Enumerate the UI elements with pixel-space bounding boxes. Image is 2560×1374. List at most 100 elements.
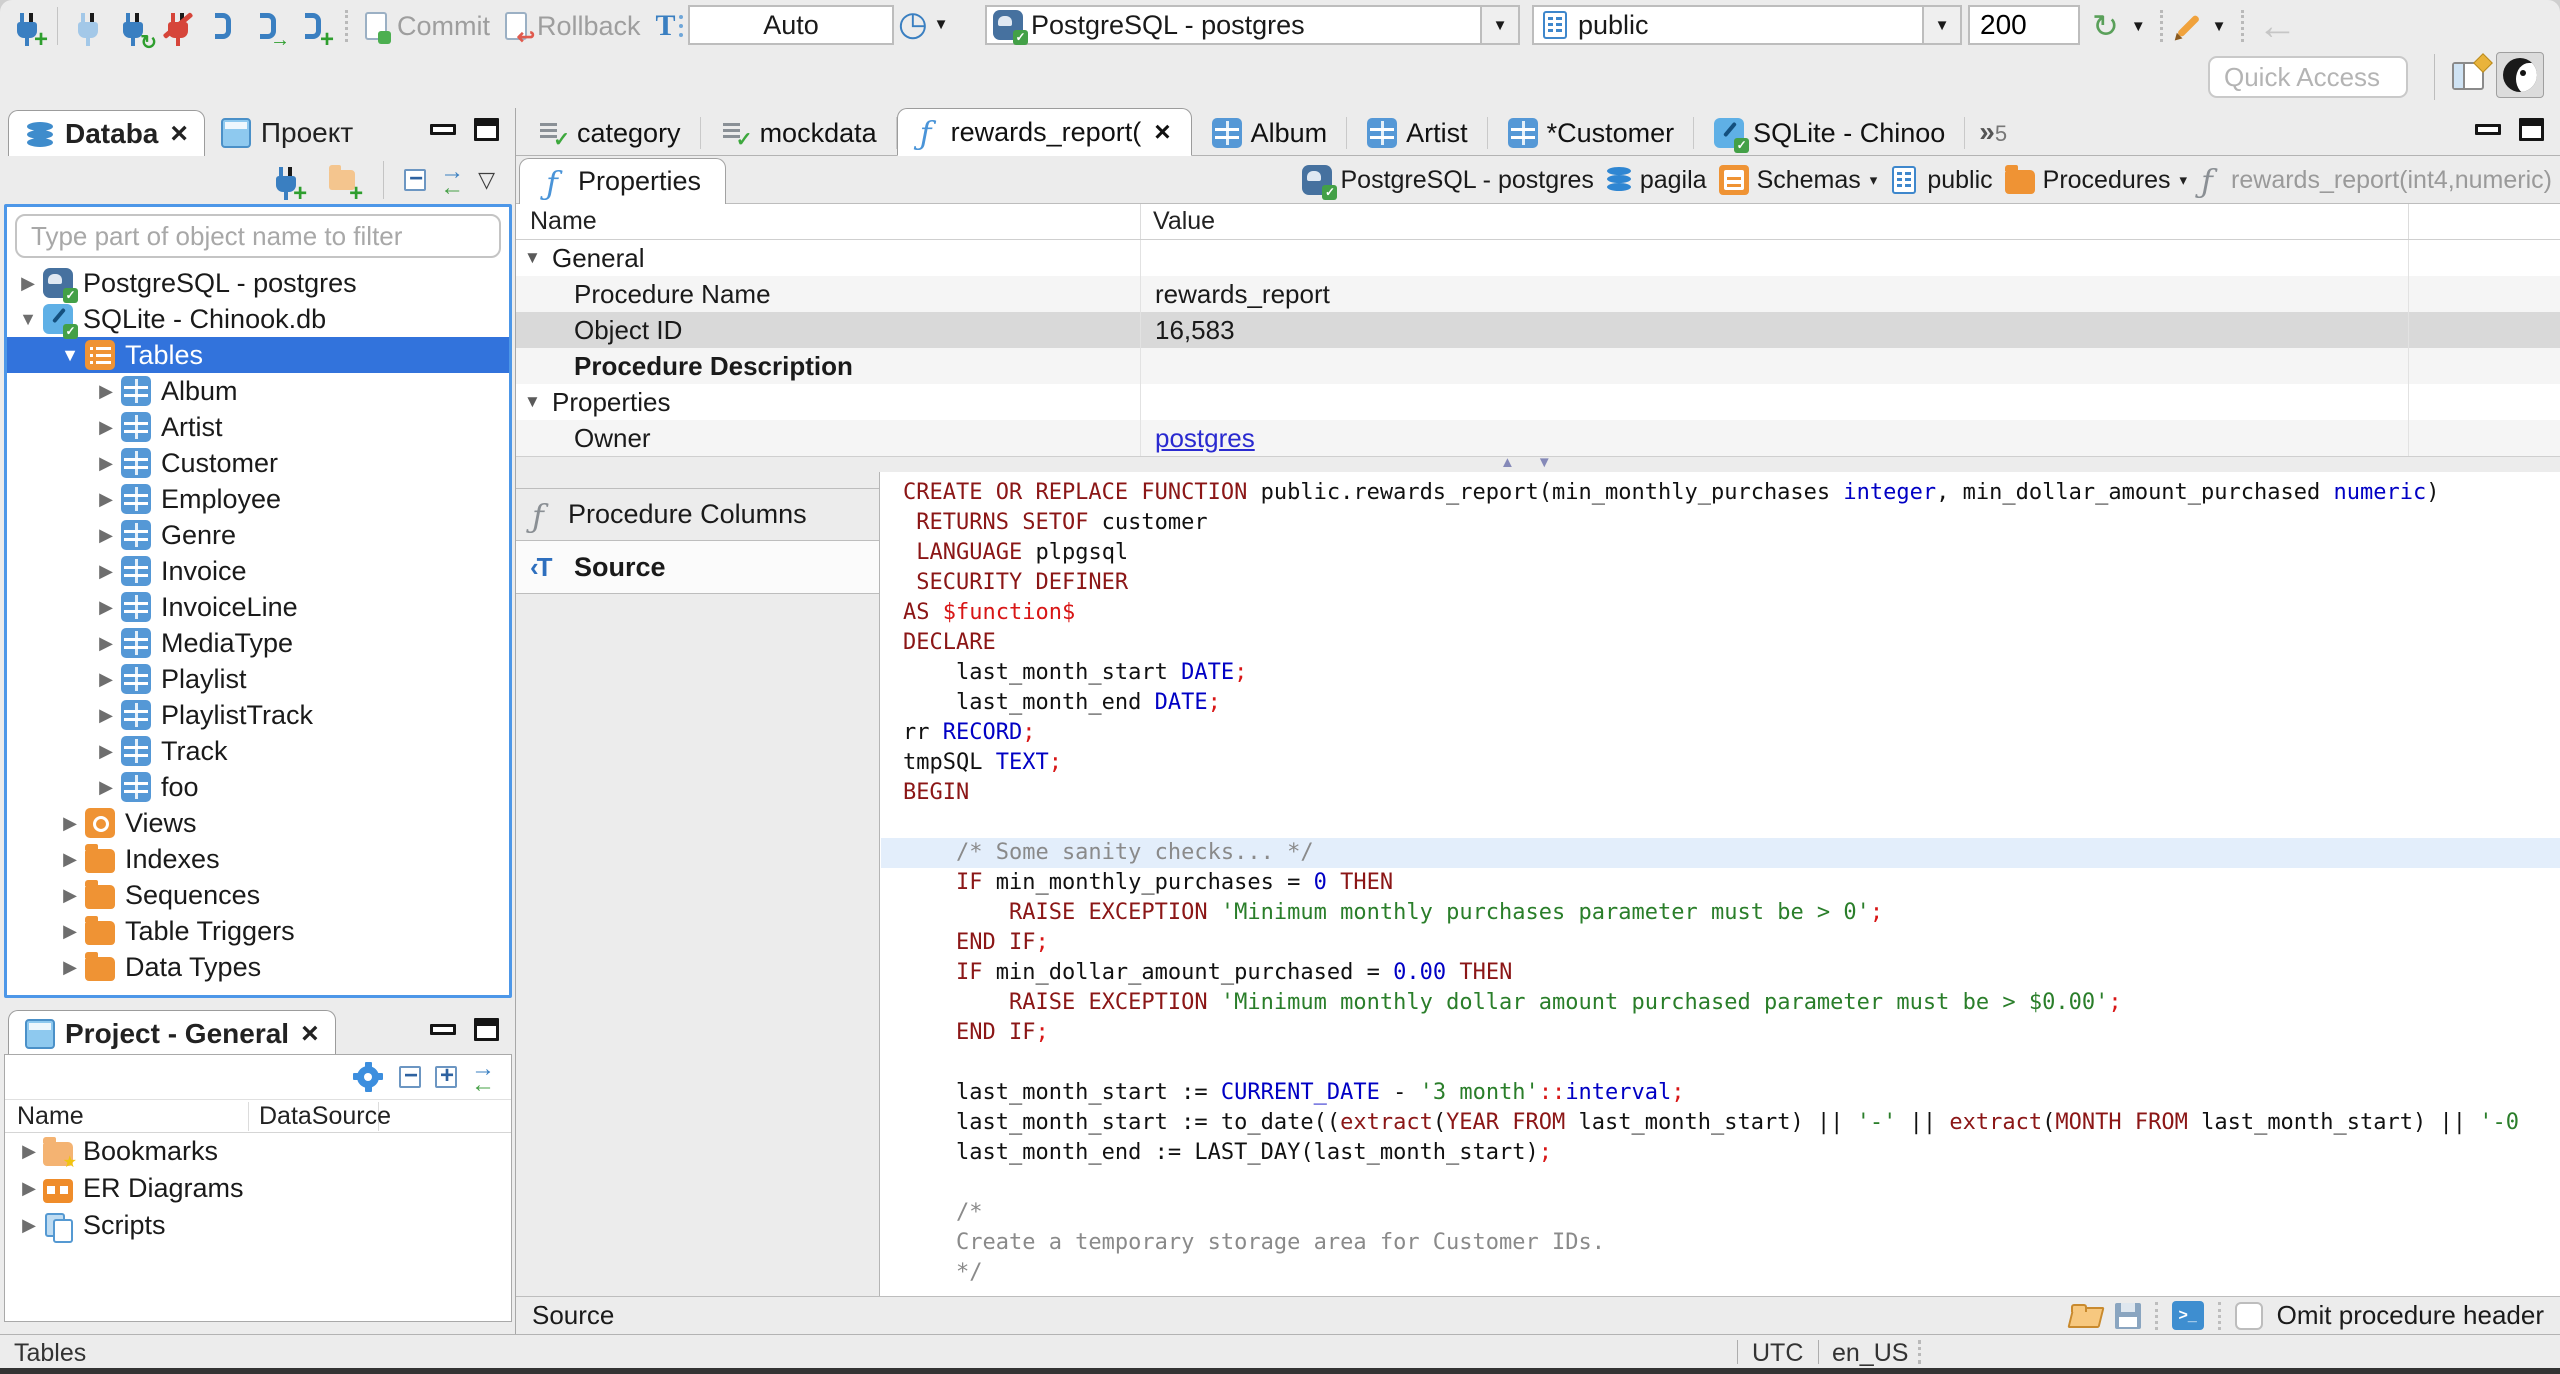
twisty-icon[interactable]: ▶ [91, 489, 121, 510]
editor-tab-album[interactable]: Album [1192, 111, 1348, 155]
editor-tab-category[interactable]: category [518, 111, 701, 155]
omit-procedure-header-checkbox[interactable] [2234, 1301, 2263, 1330]
open-perspective-button[interactable] [2452, 62, 2484, 90]
twisty-icon[interactable]: ▶ [15, 1141, 43, 1162]
twisty-icon[interactable]: ▶ [91, 669, 121, 690]
tree-item-invoice[interactable]: ▶ Invoice [7, 553, 509, 589]
view-menu-button[interactable]: ▽ [478, 167, 495, 193]
collapse-up-icon[interactable]: ▲ [1500, 454, 1515, 471]
twisty-icon[interactable]: ▼ [524, 248, 552, 268]
object-filter-input[interactable] [15, 214, 501, 258]
tree-item-postgresql-postgres[interactable]: ▶ PostgreSQL - postgres [7, 265, 509, 303]
project-item-er-diagrams[interactable]: ▶ ER Diagrams [5, 1170, 511, 1207]
maximize-icon[interactable] [2519, 118, 2544, 141]
schema-selector[interactable]: public ▼ [1532, 5, 1962, 45]
minimize-icon[interactable] [430, 124, 456, 135]
grid-column-value[interactable]: Value [1140, 204, 2408, 239]
property-row-owner[interactable]: Owner postgres [516, 420, 2560, 456]
owner-link[interactable]: postgres [1155, 423, 1255, 454]
twisty-icon[interactable]: ▶ [91, 561, 121, 582]
tree-item-customer[interactable]: ▶ Customer [7, 445, 509, 481]
commit-button[interactable]: Commit [365, 11, 490, 44]
tree-item-employee[interactable]: ▶ Employee [7, 481, 509, 517]
tab-project-explorer[interactable]: Проект [205, 110, 369, 156]
editor-tab-rewards-report[interactable]: rewards_report(× [896, 108, 1192, 156]
sql-editor-button[interactable] [202, 4, 244, 48]
status-locale[interactable]: en_US [1832, 1339, 1908, 1368]
close-icon[interactable]: × [170, 118, 188, 148]
breadcrumb-item-rewards-report-int4-numeric[interactable]: rewards_report(int4,numeric) [2199, 162, 2552, 200]
maximize-icon[interactable] [474, 118, 499, 141]
quick-access-input[interactable] [2208, 56, 2408, 98]
tree-item-invoiceline[interactable]: ▶ InvoiceLine [7, 589, 509, 625]
status-drag-handle[interactable] [1918, 1340, 1921, 1364]
twisty-icon[interactable]: ▶ [91, 525, 121, 546]
tree-item-sequences[interactable]: ▶ Sequences [7, 877, 509, 913]
property-row-properties[interactable]: ▼ Properties [516, 384, 2560, 420]
breadcrumb-item-schemas[interactable]: Schemas ▾ [1718, 165, 1878, 195]
connection-selector[interactable]: PostgreSQL - postgres ▼ [985, 5, 1520, 45]
twisty-icon[interactable]: ▶ [91, 633, 121, 654]
twisty-icon[interactable]: ▼ [524, 392, 552, 412]
chevron-down-icon[interactable]: ▾ [1870, 171, 1878, 189]
close-icon[interactable]: × [1154, 116, 1170, 148]
dbeaver-perspective-button[interactable] [2496, 52, 2544, 98]
tab-project-general[interactable]: Project - General × [8, 1010, 336, 1056]
save-file-icon[interactable] [2114, 1302, 2141, 1329]
twisty-icon[interactable]: ▶ [91, 777, 121, 798]
column-header-datasource[interactable]: DataSource [249, 1101, 391, 1131]
twisty-icon[interactable]: ▶ [91, 417, 121, 438]
new-connection-button[interactable]: + [265, 158, 307, 206]
new-folder-button[interactable]: + [321, 158, 363, 206]
gear-icon[interactable] [357, 1062, 379, 1088]
collapse-down-icon[interactable]: ▼ [1537, 454, 1552, 471]
tree-item-playlisttrack[interactable]: ▶ PlaylistTrack [7, 697, 509, 733]
twisty-icon[interactable]: ▶ [13, 273, 43, 294]
splitter-collapse-buttons[interactable]: ▲ ▼ [1500, 454, 1552, 471]
twisty-icon[interactable]: ▶ [55, 885, 85, 906]
tree-item-playlist[interactable]: ▶ Playlist [7, 661, 509, 697]
property-row-procedure-description[interactable]: Procedure Description [516, 348, 2560, 384]
reconnect-button[interactable]: ↻ [112, 4, 157, 53]
breadcrumb-item-postgresql-postgres[interactable]: PostgreSQL - postgres [1302, 165, 1594, 200]
twisty-icon[interactable]: ▶ [55, 813, 85, 834]
collapse-all-button[interactable] [399, 1062, 421, 1090]
twisty-icon[interactable]: ▶ [15, 1178, 43, 1199]
tab-properties[interactable]: Properties [519, 158, 727, 204]
column-header-name[interactable]: Name [5, 1101, 249, 1131]
rollback-button[interactable]: Rollback [505, 11, 641, 50]
chevron-down-icon[interactable]: ▼ [2212, 18, 2227, 35]
tree-item-album[interactable]: ▶ Album [7, 373, 509, 409]
project-item-scripts[interactable]: ▶ Scripts [5, 1207, 511, 1244]
twisty-icon[interactable]: ▶ [15, 1215, 43, 1236]
editor-tab-sqlite-chinoo[interactable]: SQLite - Chinoo [1694, 111, 1966, 155]
twisty-icon[interactable]: ▶ [91, 705, 121, 726]
tree-item-genre[interactable]: ▶ Genre [7, 517, 509, 553]
editor-tab-artist[interactable]: Artist [1347, 111, 1488, 155]
pane-splitter[interactable]: ▲ ▼ [516, 454, 2560, 472]
twisty-icon[interactable]: ▶ [55, 957, 85, 978]
tree-item-artist[interactable]: ▶ Artist [7, 409, 509, 445]
tree-item-sqlite-chinook-db[interactable]: ▼ SQLite - Chinook.db [7, 301, 509, 339]
disconnect-button[interactable] [157, 4, 199, 48]
close-icon[interactable]: × [301, 1018, 319, 1048]
collapse-all-button[interactable] [404, 165, 427, 193]
open-sql-script-button[interactable]: → [247, 4, 290, 51]
property-row-object-id[interactable]: Object ID 16,583 [516, 312, 2560, 348]
tab-source[interactable]: Source [516, 541, 879, 594]
editor-tab-customer[interactable]: *Customer [1488, 111, 1695, 155]
highlighter-icon[interactable] [2176, 14, 2200, 38]
fetch-size-input[interactable] [1968, 5, 2080, 45]
source-code-viewer[interactable]: CREATE OR REPLACE FUNCTION public.reward… [881, 472, 2560, 1296]
tree-item-views[interactable]: ▶ Views [7, 805, 509, 841]
property-row-general[interactable]: ▼ General [516, 240, 2560, 276]
console-icon[interactable] [2171, 1301, 2204, 1330]
twisty-icon[interactable]: ▶ [55, 921, 85, 942]
undo-button[interactable]: ← [2258, 6, 2298, 46]
maximize-icon[interactable] [474, 1018, 499, 1041]
connect-button[interactable] [67, 4, 109, 48]
link-with-editor-button[interactable] [440, 164, 464, 196]
schema-dropdown-button[interactable]: ▼ [1922, 7, 1960, 43]
twisty-icon[interactable]: ▶ [91, 597, 121, 618]
commit-mode-button[interactable]: Auto [688, 5, 894, 45]
